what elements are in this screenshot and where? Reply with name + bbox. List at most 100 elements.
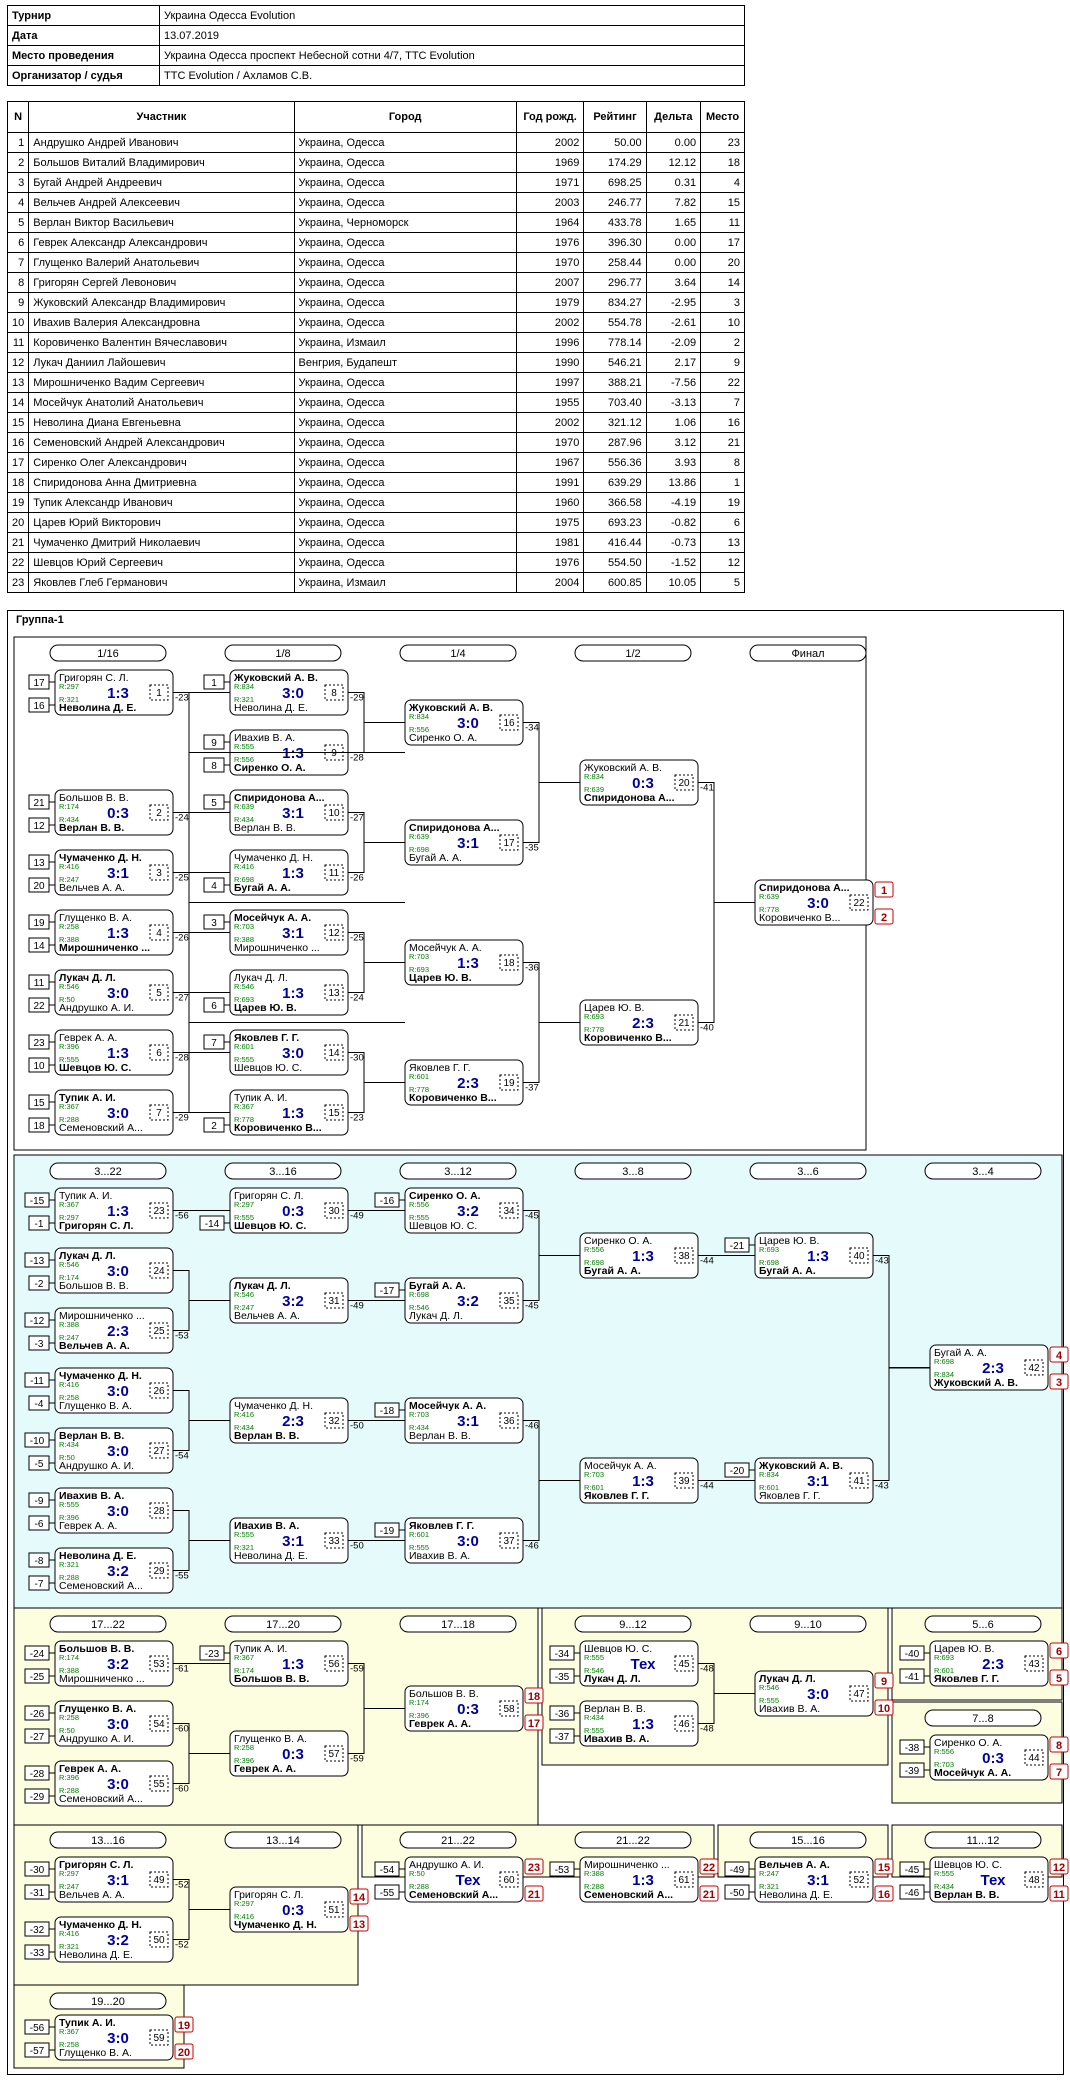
match-score: 3:2 <box>107 1563 129 1580</box>
round-header-label: 15...16 <box>791 1835 825 1847</box>
player-1-rating: R:698 <box>409 1290 429 1299</box>
match-number: 12 <box>328 928 340 939</box>
player-2-rating: R:555 <box>409 1213 429 1222</box>
player-2-entry: -14 <box>199 1215 225 1231</box>
round-header: 15...16 <box>749 1831 867 1849</box>
player-2-entry: -2 <box>28 1275 50 1291</box>
player-1-entry: -17 <box>374 1282 400 1298</box>
player-1-entry-label: -13 <box>30 1256 45 1267</box>
match-score: 1:3 <box>282 745 304 762</box>
player-2-entry-label: -37 <box>555 1732 570 1743</box>
match-box: Лукач Д. Л.Царев Ю. В.R:546R:693 1:3 13 <box>229 969 349 1016</box>
match-score: 0:3 <box>282 1746 304 1763</box>
match-score: 3:0 <box>107 1263 129 1280</box>
match-box: Ивахив В. А.Геврек А. А.R:555R:396 3:0 28 <box>54 1487 174 1534</box>
player-1-entry: -45 <box>899 1861 925 1877</box>
player-2-entry: -6 <box>28 1515 50 1531</box>
player-1-rating: R:258 <box>59 1713 79 1722</box>
player-2-entry-label: -7 <box>35 1579 44 1590</box>
match-box: Большов В. В.Верлан В. В.R:174R:434 0:3 2 <box>54 789 174 836</box>
round-header: 1/4 <box>399 644 517 662</box>
place-number: 12 <box>1053 1862 1065 1874</box>
place-number: 16 <box>878 1889 890 1901</box>
player-2-entry: -25 <box>24 1668 50 1684</box>
place-badge: 14 <box>349 1888 369 1905</box>
player-1-entry: 1 <box>203 674 225 690</box>
match-number: 33 <box>328 1536 340 1547</box>
player-1-rating: R:388 <box>584 1869 604 1878</box>
match-box: Глущенко В. А.Андрушко А. И.R:258R:50 3:0… <box>54 1700 174 1747</box>
loser-destination: -49 <box>350 1301 364 1312</box>
round-header-label: 1/4 <box>450 648 465 660</box>
match-box: Тупик А. И.Глущенко В. А.R:367R:258 3:0 59 <box>54 2014 174 2061</box>
match-score: 3:0 <box>107 1105 129 1122</box>
player-1-entry-label: -18 <box>380 1406 395 1417</box>
player-1-entry-label: -26 <box>30 1709 45 1720</box>
place-badge: 21 <box>699 1885 719 1902</box>
place-number: 11 <box>1053 1889 1065 1901</box>
match-box: Шевцов Ю. С.Лукач Д. Л.R:555R:546 Тех 45 <box>579 1640 699 1687</box>
place-badge: 16 <box>874 1885 894 1902</box>
match-score: 0:3 <box>107 805 129 822</box>
match-box: Мосейчук А. А.Яковлев Г. Г.R:703R:601 1:3… <box>579 1457 699 1504</box>
place-number: 6 <box>1056 1646 1062 1658</box>
match-number: 41 <box>853 1476 865 1487</box>
player-2-entry-label: -3 <box>35 1339 44 1350</box>
player-2-rating: R:778 <box>759 905 779 914</box>
match-box: Чумаченко Д. Н.Бугай А. А.R:416R:698 1:3 1… <box>229 849 349 896</box>
match-score: 3:0 <box>107 985 129 1002</box>
place-number: 3 <box>1056 1377 1062 1389</box>
player-1-rating: R:416 <box>59 862 79 871</box>
match-box: Лукач Д. Л.Андрушко А. И.R:546R:50 3:0 5 <box>54 969 174 1016</box>
player-2-rating: R:693 <box>409 965 429 974</box>
player-1-rating: R:297 <box>234 1899 254 1908</box>
player-2-rating: R:555 <box>584 1726 604 1735</box>
player-1-entry: -16 <box>374 1192 400 1208</box>
match-score: 1:3 <box>632 1248 654 1265</box>
player-2-entry: 14 <box>28 937 50 953</box>
player-2-entry: 20 <box>28 877 50 893</box>
player-1-entry-label: -10 <box>30 1436 45 1447</box>
place-number: 23 <box>528 1862 540 1874</box>
player-1-rating: R:396 <box>59 1042 79 1051</box>
player-2-rating: R:288 <box>584 1882 604 1891</box>
match-box: Чумаченко Д. Н.Глущенко В. А.R:416R:258 3… <box>54 1367 174 1414</box>
match-number: 24 <box>153 1266 165 1277</box>
player-1-rating: R:601 <box>409 1072 429 1081</box>
player-2-entry-label: -41 <box>905 1672 920 1683</box>
loser-destination: -34 <box>525 723 539 734</box>
loser-destination: -43 <box>875 1481 889 1492</box>
round-header: 5...6 <box>924 1615 1042 1633</box>
match-score: 0:3 <box>282 1203 304 1220</box>
player-1-entry-label: 5 <box>211 798 217 809</box>
player-2-entry-label: 4 <box>211 881 217 892</box>
match-box: Спиридонова А...Верлан В. В.R:639R:434 3:… <box>229 789 349 836</box>
match-score: 3:0 <box>807 1686 829 1703</box>
match-number: 38 <box>678 1251 690 1262</box>
player-2-entry-label: -57 <box>30 2046 45 2057</box>
player-1-entry-label: 7 <box>211 1038 217 1049</box>
player-1-entry: -24 <box>24 1645 50 1661</box>
player-2-rating: R:546 <box>584 1666 604 1675</box>
loser-destination: -43 <box>875 1256 889 1267</box>
player-1-entry: 5 <box>203 794 225 810</box>
player-2-entry-label: -55 <box>380 1888 395 1899</box>
player-2-rating: R:555 <box>759 1696 779 1705</box>
match-number: 60 <box>503 1875 515 1886</box>
player-1-rating: R:639 <box>234 802 254 811</box>
match-number: 17 <box>503 838 515 849</box>
match-score: 3:1 <box>107 865 129 882</box>
match-box: Геврек А. А.Шевцов Ю. С.R:396R:555 1:3 6 <box>54 1029 174 1076</box>
player-2-rating: R:434 <box>59 815 79 824</box>
player-2-rating: R:434 <box>934 1882 954 1891</box>
player-1-entry-label: -15 <box>30 1196 45 1207</box>
match-box: Жуковский А. В.Сиренко О. А.R:834R:556 3:… <box>404 699 524 746</box>
match-number: 44 <box>1028 1753 1040 1764</box>
player-2-rating: R:258 <box>59 2040 79 2049</box>
match-box: Андрушко А. И.Семеновский А...R:50R:288 Т… <box>404 1856 524 1903</box>
round-header-label: 1/16 <box>97 648 118 660</box>
match-score: 2:3 <box>632 1015 654 1032</box>
place-badge: 19 <box>174 2016 194 2033</box>
player-1-entry: 3 <box>203 914 225 930</box>
match-number: 34 <box>503 1206 515 1217</box>
